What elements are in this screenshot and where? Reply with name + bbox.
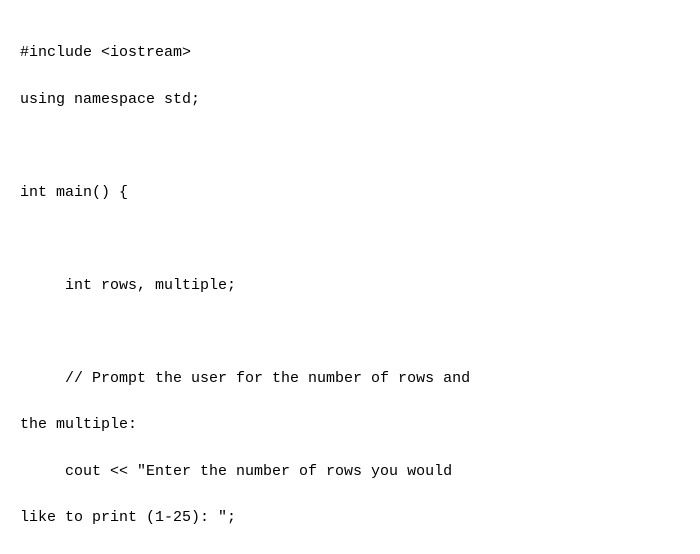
code-block: #include <iostream> using namespace std;… — [0, 0, 700, 554]
code-line-11: like to print (1-25): "; — [20, 509, 236, 526]
code-line-10: cout << "Enter the number of rows you wo… — [20, 463, 452, 480]
code-line-6: int rows, multiple; — [20, 277, 236, 294]
code-line-2: using namespace std; — [20, 91, 200, 108]
code-line-9: the multiple: — [20, 416, 137, 433]
code-line-4: int main() { — [20, 184, 128, 201]
code-line-8: // Prompt the user for the number of row… — [20, 370, 470, 387]
code-line-1: #include <iostream> — [20, 44, 191, 61]
